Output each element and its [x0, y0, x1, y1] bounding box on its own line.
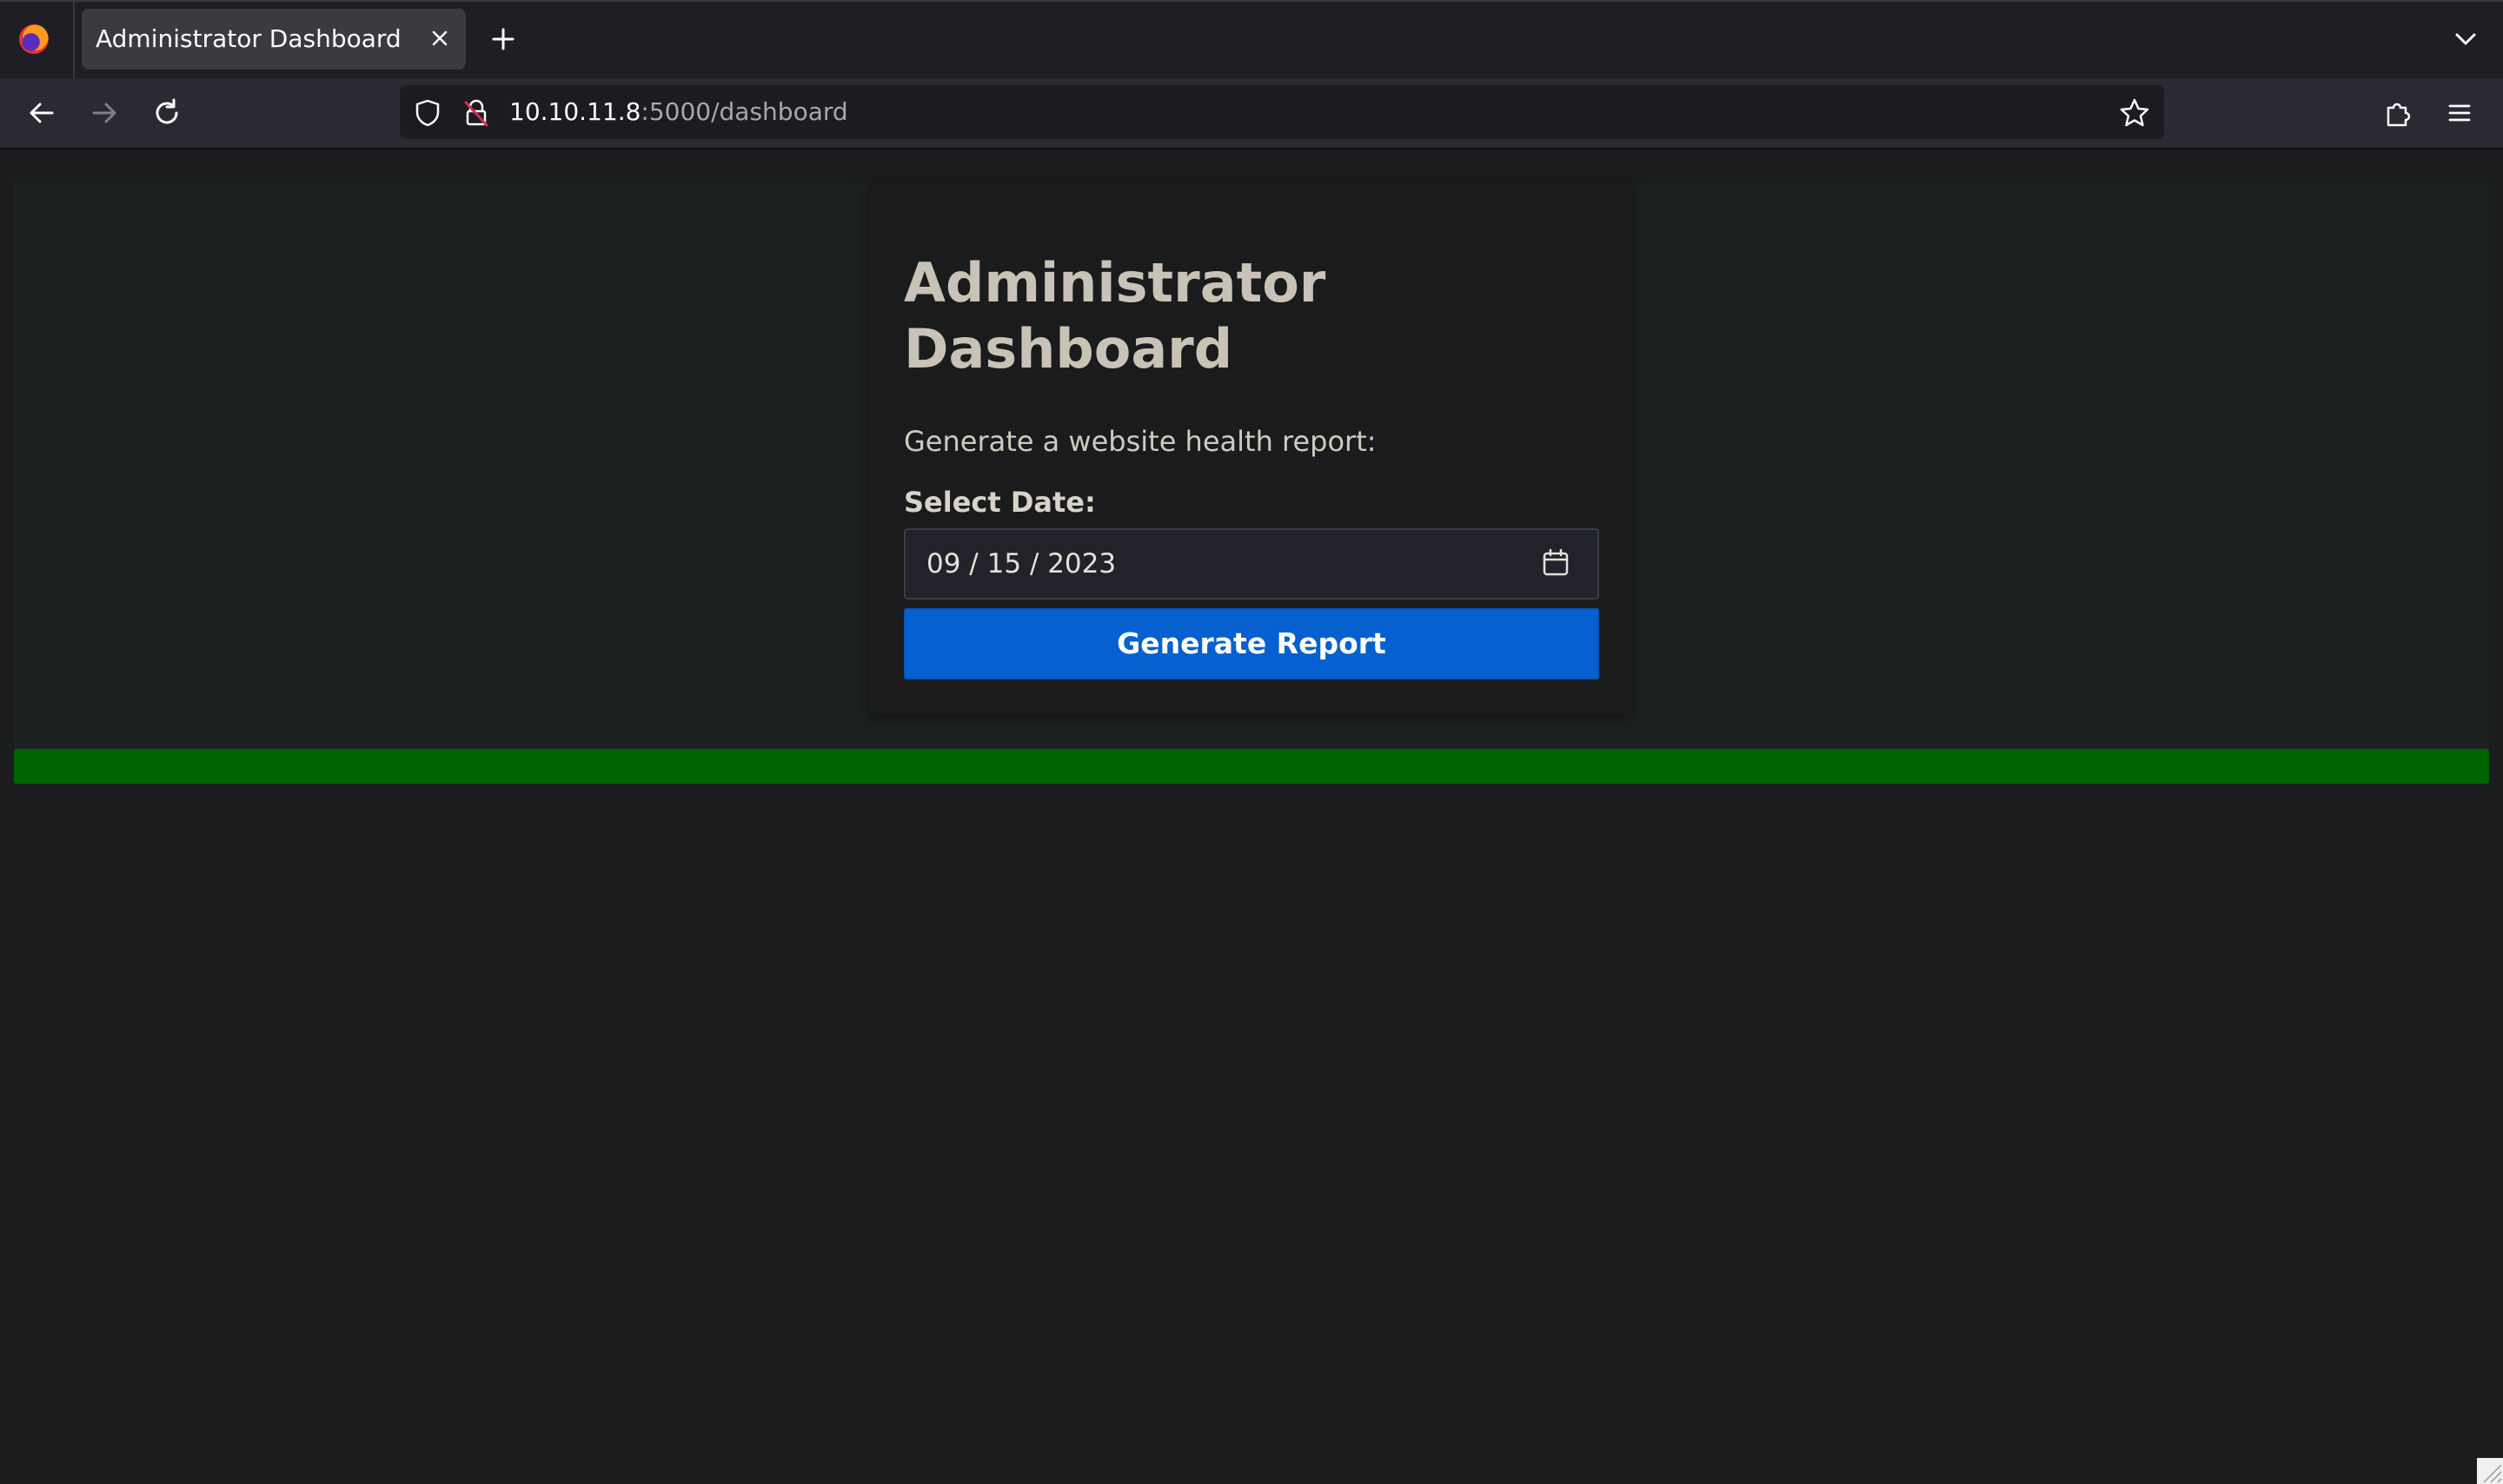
- shield-icon[interactable]: [412, 97, 443, 129]
- resize-grip-icon[interactable]: [2477, 1458, 2503, 1484]
- insecure-lock-icon[interactable]: [461, 97, 492, 129]
- hamburger-menu-icon[interactable]: [2442, 96, 2477, 130]
- page-title: Administrator Dashboard: [904, 251, 1326, 381]
- url-path: :5000/dashboard: [641, 97, 848, 126]
- arrow-left-icon[interactable]: [23, 94, 61, 132]
- puzzle-icon[interactable]: [2380, 96, 2414, 130]
- url-host: 10.10.11.8: [509, 97, 641, 126]
- plus-icon[interactable]: [487, 23, 520, 56]
- reload-icon[interactable]: [148, 94, 186, 132]
- status-bar: [14, 749, 2489, 784]
- tab-divider: [73, 0, 75, 78]
- close-icon[interactable]: [422, 21, 457, 56]
- star-icon[interactable]: [2117, 96, 2152, 130]
- tab-title: Administrator Dashboard: [96, 24, 402, 53]
- generate-report-button[interactable]: Generate Report: [904, 608, 1599, 679]
- url-text[interactable]: 10.10.11.8:5000/dashboard: [509, 85, 848, 139]
- date-label: Select Date:: [904, 486, 1096, 519]
- firefox-logo-icon[interactable]: [19, 24, 49, 54]
- arrow-right-icon[interactable]: [85, 94, 123, 132]
- chevron-down-icon[interactable]: [2449, 23, 2482, 56]
- calendar-icon[interactable]: [1538, 546, 1573, 580]
- page-subtitle: Generate a website health report:: [904, 425, 1377, 458]
- date-value[interactable]: 09 / 15 / 2023: [926, 528, 1116, 600]
